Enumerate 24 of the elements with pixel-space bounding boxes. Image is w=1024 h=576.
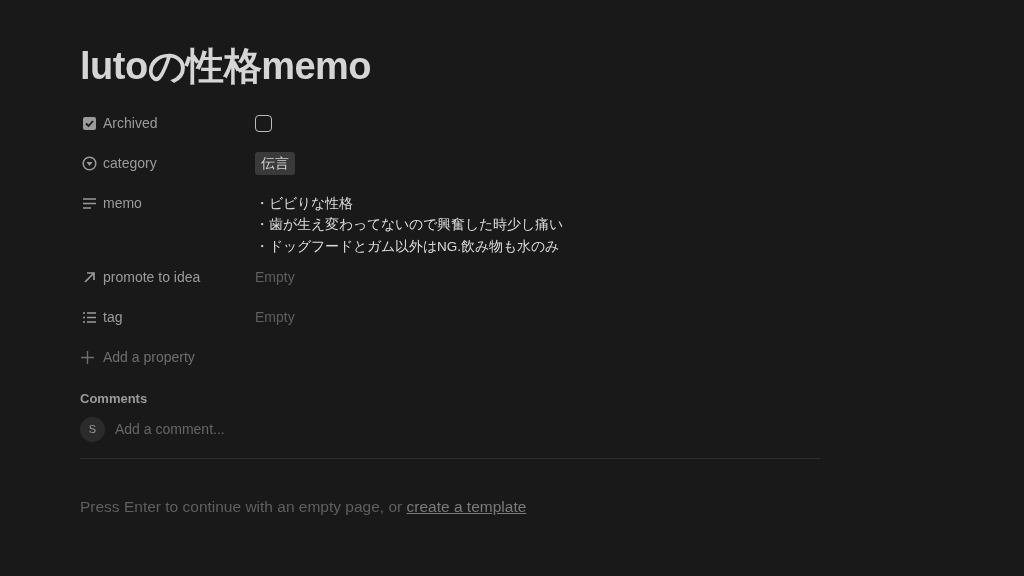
comments-heading: Comments <box>80 390 149 409</box>
memo-line: ・ドッグフードとガム以外はNG.飲み物も水のみ <box>255 237 560 256</box>
list-icon <box>82 309 97 325</box>
checkbox-icon <box>82 116 97 132</box>
property-label[interactable]: Archived <box>103 113 158 135</box>
property-label[interactable]: tag <box>103 306 123 328</box>
create-template-link[interactable]: create a template <box>406 497 527 515</box>
plus-icon <box>80 349 95 365</box>
comment-input[interactable]: Add a comment... <box>113 417 513 441</box>
property-label[interactable]: memo <box>103 193 142 215</box>
checkbox[interactable] <box>255 115 272 133</box>
memo-line: ・歯が生え変わってないので興奮した時少し痛い <box>255 216 563 235</box>
footer-hint: Press Enter to continue with an empty page, or create a template <box>80 496 528 517</box>
add-property-button[interactable]: Add a property <box>80 337 820 378</box>
property-label[interactable]: category <box>103 153 157 175</box>
page-title: lutoの性格memo <box>80 44 373 89</box>
dropdown-circle-icon <box>82 156 97 172</box>
memo-line: ・ビビりな性格 <box>255 194 354 213</box>
avatar: S <box>80 416 105 442</box>
add-property-label: Add a property <box>103 347 195 367</box>
arrow-icon <box>82 269 97 285</box>
text-lines-icon <box>82 196 97 212</box>
category-tag: 伝言 <box>255 152 295 176</box>
property-label[interactable]: promote to idea <box>103 266 201 288</box>
